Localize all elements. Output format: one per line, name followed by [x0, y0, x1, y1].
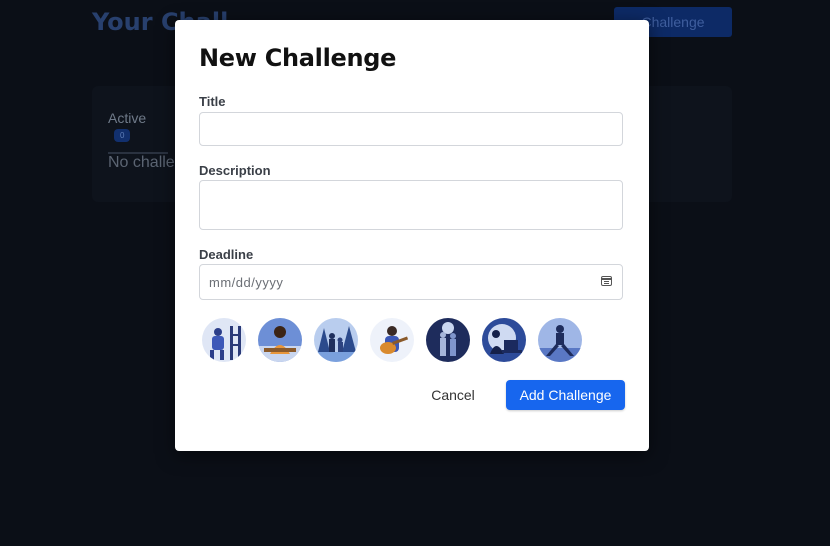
avatar-programmer[interactable] — [482, 318, 526, 362]
deadline-date-input[interactable]: mm/dd/yyyy — [199, 264, 623, 300]
cancel-button[interactable]: Cancel — [414, 380, 492, 410]
description-textarea[interactable] — [199, 180, 623, 230]
avatar-cook[interactable] — [258, 318, 302, 362]
avatar-guitarist[interactable] — [370, 318, 414, 362]
tab-active-count: 0 — [114, 128, 131, 142]
avatar-athlete[interactable] — [538, 318, 582, 362]
modal-title: New Challenge — [199, 44, 397, 72]
avatar-couple[interactable] — [426, 318, 470, 362]
avatar-family-walk[interactable] — [314, 318, 358, 362]
calendar-icon[interactable] — [601, 276, 612, 286]
empty-state-text: No challe — [108, 154, 175, 171]
new-challenge-modal: New Challenge Title Description Deadline… — [175, 20, 649, 451]
title-label: Title — [199, 94, 226, 109]
add-challenge-button[interactable]: Add Challenge — [506, 380, 625, 410]
title-input[interactable] — [199, 112, 623, 146]
deadline-label: Deadline — [199, 247, 254, 262]
description-label: Description — [199, 163, 271, 178]
tab-active[interactable]: Active 0 — [108, 110, 168, 154]
deadline-placeholder: mm/dd/yyyy — [209, 275, 284, 290]
tab-active-label: Active — [108, 110, 147, 126]
avatar-picker — [202, 318, 582, 362]
avatar-painter[interactable] — [202, 318, 246, 362]
